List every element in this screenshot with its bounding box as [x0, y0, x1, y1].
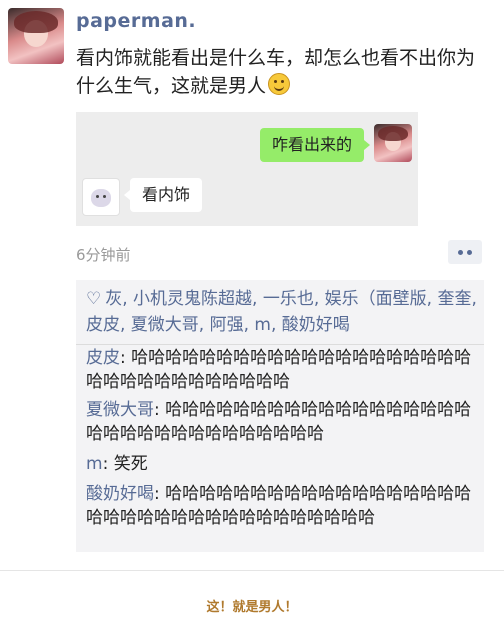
- username[interactable]: paperman.: [76, 10, 196, 32]
- likes-names: 灰, 小机灵鬼陈超越, 一乐也, 娱乐（面壁版, 奎奎, 皮皮, 夏微大哥, 阿…: [86, 289, 477, 335]
- comment-text: 笑死: [113, 454, 148, 474]
- chat-screenshot-image[interactable]: 咋看出来的 看内饰: [76, 112, 418, 226]
- heart-icon: ♡: [86, 289, 102, 309]
- smiling-face-icon: [268, 73, 291, 95]
- chat-avatar-self: [374, 124, 412, 162]
- comment-item[interactable]: 皮皮: 哈哈哈哈哈哈哈哈哈哈哈哈哈哈哈哈哈哈哈哈哈哈哈哈哈哈哈哈哈哈哈哈: [86, 346, 478, 394]
- caption-text: 这！就是男人！: [206, 600, 298, 615]
- more-options-button[interactable]: [448, 240, 482, 264]
- comment-author[interactable]: 酸奶好喝: [86, 484, 154, 504]
- comment-author[interactable]: m: [86, 454, 103, 474]
- chat-avatar-other: [82, 178, 120, 216]
- comment-item[interactable]: m: 笑死: [86, 452, 478, 476]
- comment-item[interactable]: 夏微大哥: 哈哈哈哈哈哈哈哈哈哈哈哈哈哈哈哈哈哈哈哈哈哈哈哈哈哈哈哈哈哈哈哈: [86, 398, 478, 446]
- chat-bubble-received: 看内饰: [123, 178, 203, 212]
- comment-author[interactable]: 夏微大哥: [86, 400, 154, 420]
- user-avatar[interactable]: [8, 8, 64, 64]
- comment-author[interactable]: 皮皮: [86, 348, 120, 368]
- chat-bubble-sent: 咋看出来的: [260, 128, 371, 162]
- likes-comments-panel: ♡ 灰, 小机灵鬼陈超越, 一乐也, 娱乐（面壁版, 奎奎, 皮皮, 夏微大哥, …: [76, 280, 484, 552]
- post-text: 看内饰就能看出是什么车，却怎么也看不出你为什么生气，这就是男人: [76, 44, 486, 100]
- post-timestamp: 6分钟前: [76, 246, 131, 264]
- divider: [0, 570, 504, 571]
- comment-item[interactable]: 酸奶好喝: 哈哈哈哈哈哈哈哈哈哈哈哈哈哈哈哈哈哈哈哈哈哈哈哈哈哈哈哈哈哈哈哈哈哈…: [86, 482, 478, 530]
- likes-list[interactable]: ♡ 灰, 小机灵鬼陈超越, 一乐也, 娱乐（面壁版, 奎奎, 皮皮, 夏微大哥, …: [86, 286, 482, 338]
- divider: [76, 344, 484, 345]
- comment-text: 哈哈哈哈哈哈哈哈哈哈哈哈哈哈哈哈哈哈哈哈哈哈哈哈哈哈哈哈哈哈哈哈: [86, 348, 472, 392]
